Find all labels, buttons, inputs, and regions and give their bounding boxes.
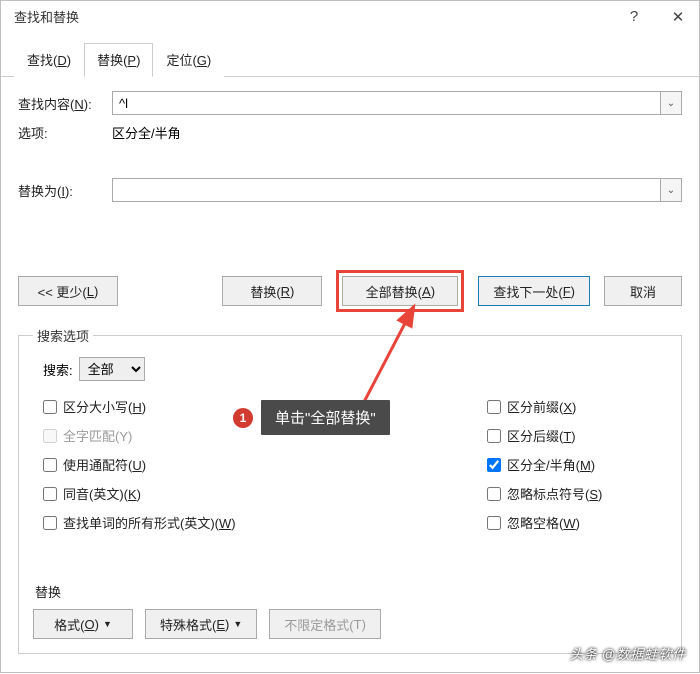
opt-word-forms[interactable]: 查找单词的所有形式(英文)(W)	[43, 513, 477, 532]
opt-prefix[interactable]: 区分前缀(X)	[487, 397, 667, 416]
search-options-group: 搜索选项 搜索: 全部 区分大小写(H) 全字匹配(Y) 使用通配符(U) 同音…	[18, 326, 682, 654]
replace-input[interactable]	[112, 178, 682, 202]
annotation-number: 1	[233, 408, 253, 428]
format-button[interactable]: 格式(O)▼	[33, 609, 133, 639]
highlight-replace-all: 全部替换(A)	[336, 270, 464, 312]
find-input[interactable]	[112, 91, 682, 115]
tab-strip: 查找(D) 替换(P) 定位(G)	[0, 34, 700, 77]
chevron-down-icon: ▼	[103, 619, 112, 629]
replace-all-button[interactable]: 全部替换(A)	[342, 276, 458, 306]
help-button[interactable]: ?	[612, 0, 656, 34]
less-button[interactable]: << 更少(L)	[18, 276, 118, 306]
replace-button[interactable]: 替换(R)	[222, 276, 322, 306]
find-dropdown-icon[interactable]: ⌄	[660, 91, 682, 115]
opt-sounds-like[interactable]: 同音(英文)(K)	[43, 484, 477, 503]
search-direction-select[interactable]: 全部	[79, 357, 145, 381]
annotation-text: 单击"全部替换"	[261, 400, 390, 435]
search-options-legend: 搜索选项	[33, 326, 93, 345]
window-title: 查找和替换	[14, 7, 612, 26]
no-format-button: 不限定格式(T)	[269, 609, 381, 639]
cancel-button[interactable]: 取消	[604, 276, 682, 306]
options-value: 区分全/半角	[112, 123, 181, 142]
chevron-down-icon: ▼	[233, 619, 242, 629]
opt-wildcards[interactable]: 使用通配符(U)	[43, 455, 477, 474]
opt-ignore-punct[interactable]: 忽略标点符号(S)	[487, 484, 667, 503]
watermark: 头条 @数据蛙软件	[570, 643, 686, 663]
find-next-button[interactable]: 查找下一处(F)	[478, 276, 590, 306]
opt-suffix[interactable]: 区分后缀(T)	[487, 426, 667, 445]
annotation-callout: 1 单击"全部替换"	[233, 400, 390, 435]
special-format-button[interactable]: 特殊格式(E)▼	[145, 609, 257, 639]
search-direction-label: 搜索:	[43, 360, 73, 379]
replace-label: 替换为(I):	[18, 181, 112, 200]
tab-replace[interactable]: 替换(P)	[84, 43, 153, 77]
replace-dropdown-icon[interactable]: ⌄	[660, 178, 682, 202]
options-label: 选项:	[18, 123, 112, 142]
tab-find[interactable]: 查找(D)	[14, 43, 84, 77]
opt-full-half[interactable]: 区分全/半角(M)	[487, 455, 667, 474]
tab-goto[interactable]: 定位(G)	[153, 43, 224, 77]
opt-ignore-space[interactable]: 忽略空格(W)	[487, 513, 667, 532]
replace-section-label: 替换	[35, 582, 667, 601]
find-label: 查找内容(N):	[18, 94, 112, 113]
close-button[interactable]: ✕	[656, 0, 700, 34]
